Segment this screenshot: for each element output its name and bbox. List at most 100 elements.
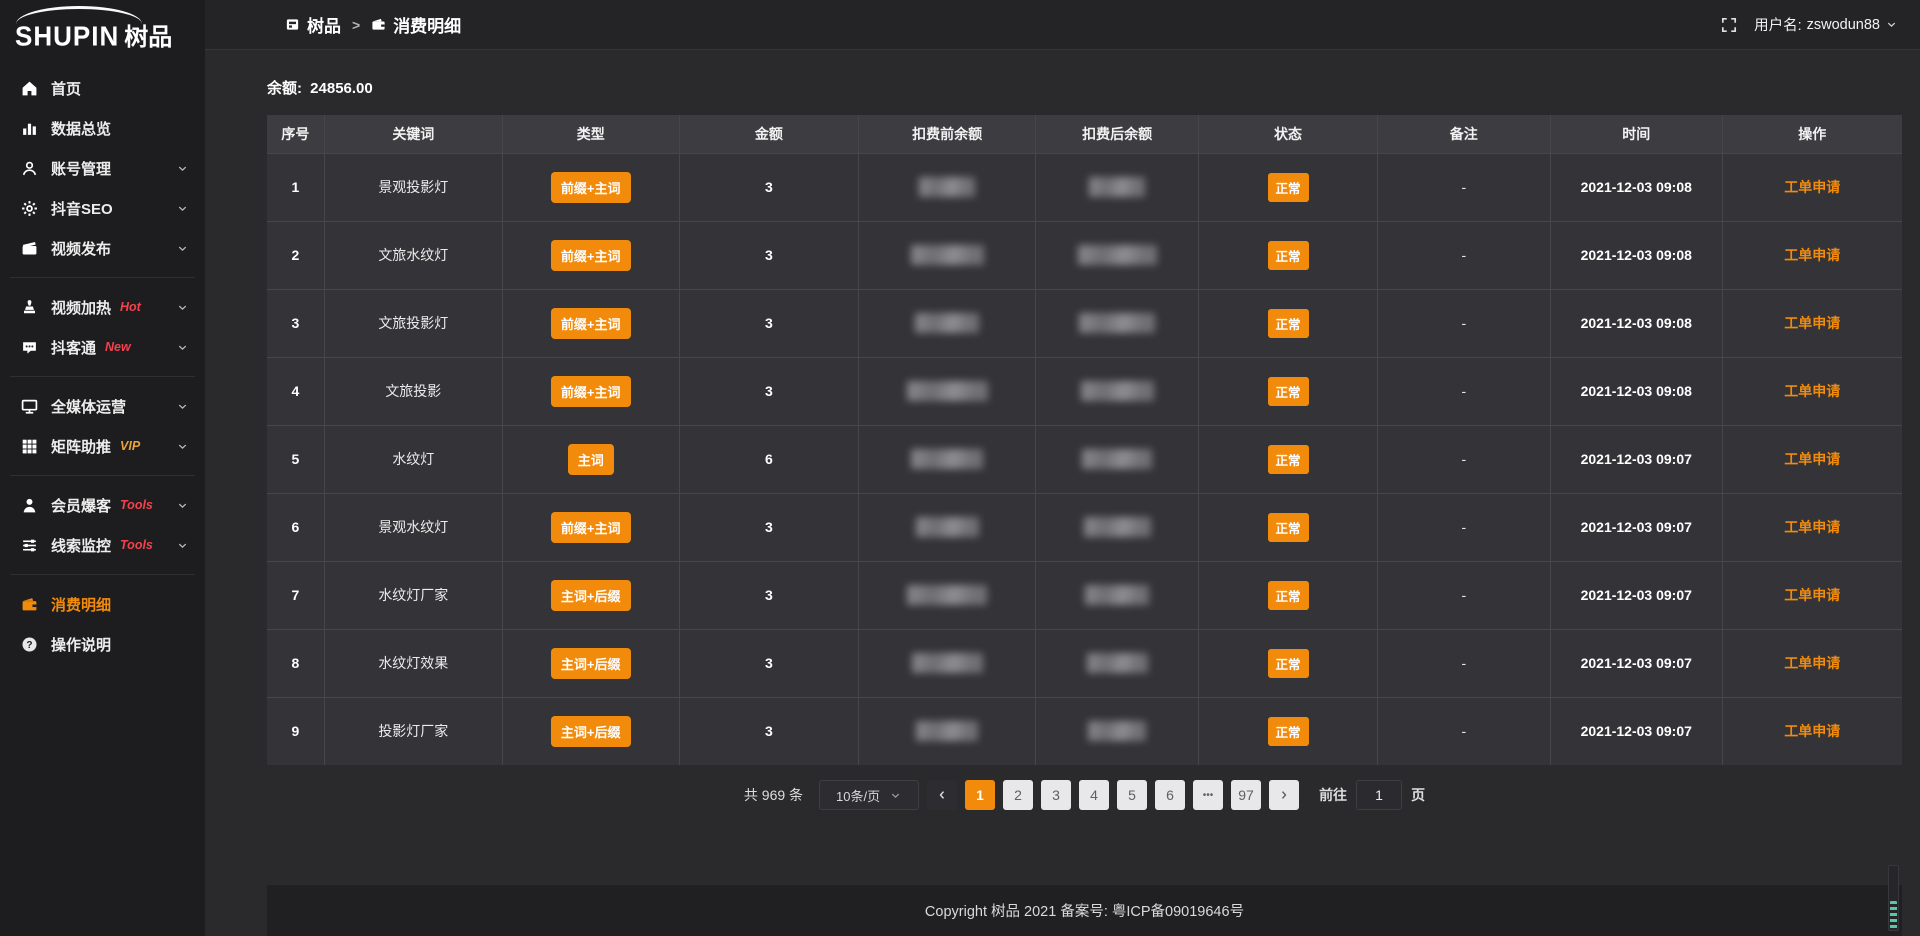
fullscreen-icon[interactable] (1720, 16, 1738, 34)
work-order-link[interactable]: 工单申请 (1784, 383, 1840, 399)
masked-balance (911, 245, 984, 265)
svg-text:?: ? (26, 639, 32, 650)
row-index: 2 (267, 221, 324, 289)
goto-page-input[interactable] (1356, 780, 1402, 810)
masked-balance (1078, 245, 1157, 265)
column-header: 状态 (1199, 115, 1377, 153)
sidebar-item-operation-guide[interactable]: ?操作说明 (0, 624, 205, 664)
action-cell: 工单申请 (1722, 561, 1902, 629)
amount-cell: 3 (679, 629, 859, 697)
dashboard-icon (285, 17, 300, 32)
sidebar-item-label: 消费明细 (51, 594, 111, 615)
sidebar-item-media-operation[interactable]: 全媒体运营 (0, 386, 205, 426)
keyword-cell: 文旅投影灯 (324, 289, 502, 357)
sidebar-item-douyin-seo[interactable]: 抖音SEO (0, 188, 205, 228)
chevron-down-icon (176, 341, 189, 354)
work-order-link[interactable]: 工单申请 (1784, 655, 1840, 671)
work-order-link[interactable]: 工单申请 (1784, 315, 1840, 331)
balance-before-masked (859, 289, 1036, 357)
action-cell: 工单申请 (1722, 221, 1902, 289)
balance-after-masked (1035, 289, 1199, 357)
amount-cell: 3 (679, 153, 859, 221)
table-row: 3文旅投影灯前缀+主词3正常-2021-12-03 09:08工单申请 (267, 289, 1902, 357)
type-badge: 主词 (502, 425, 679, 493)
prev-page-button[interactable] (927, 780, 957, 810)
app-logo[interactable]: SHUPIN 树品 (0, 0, 205, 60)
row-index: 1 (267, 153, 324, 221)
row-index: 3 (267, 289, 324, 357)
type-badge: 前缀+主词 (502, 221, 679, 289)
row-index: 4 (267, 357, 324, 425)
pager-total: 共 969 条 (744, 785, 803, 805)
breadcrumb-item[interactable]: 树品 (285, 12, 341, 37)
user-icon (21, 160, 38, 177)
masked-balance (907, 381, 988, 401)
balance-after-masked (1035, 561, 1199, 629)
amount-cell: 3 (679, 221, 859, 289)
balance-before-masked (859, 221, 1036, 289)
scrollbar-thumb[interactable] (1890, 901, 1897, 929)
goto-unit: 页 (1411, 785, 1425, 805)
sidebar-item-member-baoke[interactable]: 会员爆客Tools (0, 485, 205, 525)
sidebar-item-data-overview[interactable]: 数据总览 (0, 108, 205, 148)
pager-ellipsis-button[interactable]: ••• (1193, 780, 1223, 810)
sidebar: SHUPIN 树品 首页数据总览账号管理抖音SEO视频发布视频加热Hot抖客通N… (0, 0, 205, 936)
balance-label: 余额: (267, 80, 302, 97)
page-size-select[interactable]: 10条/页 (819, 780, 919, 810)
breadcrumb-label: 树品 (307, 12, 341, 37)
consume-table-wrap: 序号关键词类型金额扣费前余额扣费后余额状态备注时间操作 1景观投影灯前缀+主词3… (267, 115, 1902, 765)
status-badge: 正常 (1268, 377, 1309, 406)
sidebar-item-video-heat[interactable]: 视频加热Hot (0, 287, 205, 327)
chevron-down-icon (1885, 18, 1898, 31)
page-button-4[interactable]: 4 (1079, 780, 1109, 810)
next-page-button[interactable] (1269, 780, 1299, 810)
sidebar-item-account-manage[interactable]: 账号管理 (0, 148, 205, 188)
sidebar-item-home[interactable]: 首页 (0, 68, 205, 108)
remark-cell: - (1377, 221, 1550, 289)
keyword-cell: 水纹灯厂家 (324, 561, 502, 629)
action-cell: 工单申请 (1722, 629, 1902, 697)
logo-text-en: SHUPIN (15, 20, 119, 53)
breadcrumb-item[interactable]: 消费明细 (371, 12, 461, 37)
masked-balance (1081, 381, 1154, 401)
work-order-link[interactable]: 工单申请 (1784, 247, 1840, 263)
page-button-1[interactable]: 1 (965, 780, 995, 810)
work-order-link[interactable]: 工单申请 (1784, 519, 1840, 535)
type-badge: 前缀+主词 (551, 512, 631, 543)
breadcrumb-label: 消费明细 (393, 12, 461, 37)
action-cell: 工单申请 (1722, 153, 1902, 221)
work-order-link[interactable]: 工单申请 (1784, 587, 1840, 603)
bar-chart-icon (21, 120, 38, 137)
balance-before-masked (859, 629, 1036, 697)
sidebar-item-consume-detail[interactable]: 消费明细 (0, 584, 205, 624)
type-badge: 前缀+主词 (551, 308, 631, 339)
goto-page: 前往页 (1319, 780, 1425, 810)
work-order-link[interactable]: 工单申请 (1784, 723, 1840, 739)
work-order-link[interactable]: 工单申请 (1784, 451, 1840, 467)
sidebar-item-douketong[interactable]: 抖客通New (0, 327, 205, 367)
page-button-97[interactable]: 97 (1231, 780, 1261, 810)
column-header: 操作 (1722, 115, 1902, 153)
page-button-5[interactable]: 5 (1117, 780, 1147, 810)
user-menu[interactable]: 用户名: zswodun88 (1754, 14, 1898, 35)
keyword-cell: 文旅水纹灯 (324, 221, 502, 289)
work-order-link[interactable]: 工单申请 (1784, 179, 1840, 195)
main-column: 树品>消费明细 用户名: zswodun88 余额: 24856.00 (205, 0, 1920, 936)
page-button-2[interactable]: 2 (1003, 780, 1033, 810)
type-badge: 主词+后缀 (551, 648, 631, 679)
balance-after-masked (1035, 425, 1199, 493)
row-index: 9 (267, 697, 324, 765)
page-button-3[interactable]: 3 (1041, 780, 1071, 810)
sidebar-item-clue-monitor[interactable]: 线索监控Tools (0, 525, 205, 565)
sidebar-item-matrix-boost[interactable]: 矩阵助推VIP (0, 426, 205, 466)
masked-balance (1089, 177, 1145, 197)
topbar: 树品>消费明细 用户名: zswodun88 (205, 0, 1920, 50)
type-badge: 前缀+主词 (551, 376, 631, 407)
masked-balance (1079, 313, 1155, 333)
type-badge: 主词+后缀 (502, 629, 679, 697)
page-button-6[interactable]: 6 (1155, 780, 1185, 810)
table-row: 6景观水纹灯前缀+主词3正常-2021-12-03 09:07工单申请 (267, 493, 1902, 561)
time-cell: 2021-12-03 09:08 (1550, 153, 1722, 221)
scrollbar[interactable] (1888, 865, 1899, 931)
sidebar-item-video-publish[interactable]: 视频发布 (0, 228, 205, 268)
